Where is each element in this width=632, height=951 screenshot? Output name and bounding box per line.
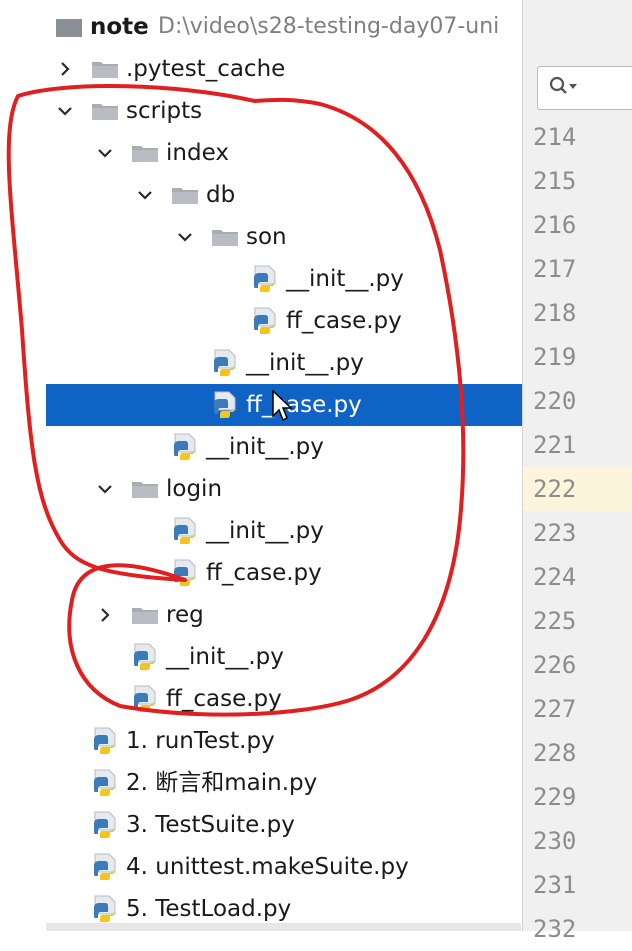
tree-file-row[interactable]: __init__.py xyxy=(0,636,522,678)
line-number: 226 xyxy=(533,651,577,679)
tree-item-label: 3. TestSuite.py xyxy=(126,812,295,838)
line-number: 228 xyxy=(533,739,577,767)
tree-item-label: 2. 断言和main.py xyxy=(126,770,318,796)
tree-folder-row[interactable]: .pytest_cache xyxy=(0,48,522,90)
tree-file-row[interactable]: __init__.py xyxy=(0,258,522,300)
tree-item-label: __init__.py xyxy=(206,518,324,544)
folder-icon xyxy=(130,468,160,510)
chevron-down-icon[interactable] xyxy=(94,132,116,174)
line-number: 216 xyxy=(533,211,577,239)
tree-root[interactable]: note D:\video\s28-testing-day07-uni xyxy=(0,6,522,48)
line-number: 222 xyxy=(523,467,632,511)
tree-item-label: __init__.py xyxy=(246,350,364,376)
tree-item-label: __init__.py xyxy=(286,266,404,292)
tree-folder-row[interactable]: son xyxy=(0,216,522,258)
line-number: 214 xyxy=(533,123,577,151)
tree-folder-row[interactable]: login xyxy=(0,468,522,510)
tree-file-row[interactable]: ff_case.py xyxy=(46,384,522,426)
project-folder-icon xyxy=(54,6,84,48)
tree-item-label: ff_case.py xyxy=(206,560,322,586)
python-file-icon xyxy=(170,426,200,468)
tree-item-label: son xyxy=(246,224,287,250)
line-number: 231 xyxy=(533,871,577,899)
python-file-icon xyxy=(90,720,120,762)
chevron-right-icon[interactable] xyxy=(54,48,76,90)
python-file-icon xyxy=(90,804,120,846)
tree-item-label: 1. runTest.py xyxy=(126,728,275,754)
tree-file-row[interactable]: ff_case.py xyxy=(0,552,522,594)
python-file-icon xyxy=(210,342,240,384)
tree-folder-row[interactable]: index xyxy=(0,132,522,174)
python-file-icon xyxy=(90,846,120,888)
tree-file-row[interactable]: ff_case.py xyxy=(0,300,522,342)
project-path: D:\video\s28-testing-day07-uni xyxy=(158,14,500,39)
line-number: 229 xyxy=(533,783,577,811)
tree-file-row[interactable]: __init__.py xyxy=(0,426,522,468)
python-file-icon xyxy=(130,678,160,720)
tree-file-row[interactable]: __init__.py xyxy=(0,342,522,384)
chevron-down-icon[interactable] xyxy=(94,468,116,510)
tree-folder-row[interactable]: db xyxy=(0,174,522,216)
python-file-icon xyxy=(170,552,200,594)
line-number: 227 xyxy=(533,695,577,723)
tree-folder-row[interactable]: reg xyxy=(0,594,522,636)
tree-item-label: ff_case.py xyxy=(166,686,282,712)
python-file-icon xyxy=(210,384,240,426)
folder-icon xyxy=(90,90,120,132)
chevron-down-icon[interactable] xyxy=(174,216,196,258)
tree-folder-row[interactable]: scripts xyxy=(0,90,522,132)
tree-item-label: reg xyxy=(166,602,204,628)
line-number: 225 xyxy=(533,607,577,635)
tree-item-label: scripts xyxy=(126,98,203,124)
search-icon xyxy=(548,75,578,101)
line-number: 221 xyxy=(533,431,577,459)
folder-icon xyxy=(170,174,200,216)
line-number: 230 xyxy=(533,827,577,855)
tree-item-label: __init__.py xyxy=(206,434,324,460)
chevron-down-icon[interactable] xyxy=(54,90,76,132)
folder-icon xyxy=(210,216,240,258)
folder-icon xyxy=(130,594,160,636)
tree-item-label: .pytest_cache xyxy=(126,56,286,82)
chevron-down-icon[interactable] xyxy=(134,174,156,216)
line-number: 232 xyxy=(533,915,577,943)
search-input[interactable] xyxy=(537,66,632,110)
folder-icon xyxy=(90,48,120,90)
line-number: 219 xyxy=(533,343,577,371)
python-file-icon xyxy=(250,300,280,342)
editor-panel: 214 215 216 217 218 219 220 221 222 223 224 225 226 2… xyxy=(522,0,632,943)
python-file-icon xyxy=(170,510,200,552)
tree-item-label: ff_case.py xyxy=(286,308,402,334)
tree-item-label: login xyxy=(166,476,223,502)
line-number: 217 xyxy=(533,255,577,283)
python-file-icon xyxy=(250,258,280,300)
python-file-icon xyxy=(90,762,120,804)
project-name: note xyxy=(90,14,149,40)
tree-item-label: ff_case.py xyxy=(246,392,362,418)
tree-file-row[interactable]: ff_case.py xyxy=(0,678,522,720)
project-tree-panel: note D:\video\s28-testing-day07-uni .pyt… xyxy=(0,0,522,931)
horizontal-scrollbar[interactable] xyxy=(46,923,521,931)
line-number: 224 xyxy=(533,563,577,591)
line-number: 220 xyxy=(533,387,577,415)
tree-file-row[interactable]: __init__.py xyxy=(0,510,522,552)
tree-item-label: db xyxy=(206,182,236,208)
python-file-icon xyxy=(130,636,160,678)
tree-item-label: index xyxy=(166,140,229,166)
line-number: 223 xyxy=(533,519,577,547)
tree-file-row[interactable]: 2. 断言和main.py xyxy=(0,762,522,804)
line-number: 215 xyxy=(533,167,577,195)
tree-item-label: 4. unittest.makeSuite.py xyxy=(126,854,409,880)
line-number: 218 xyxy=(533,299,577,327)
tree-file-row[interactable]: 1. runTest.py xyxy=(0,720,522,762)
mouse-cursor-icon xyxy=(272,389,294,426)
tree-file-row[interactable]: 4. unittest.makeSuite.py xyxy=(0,846,522,888)
folder-icon xyxy=(130,132,160,174)
chevron-right-icon[interactable] xyxy=(94,594,116,636)
tree-item-label: __init__.py xyxy=(166,644,284,670)
tree-file-row[interactable]: 3. TestSuite.py xyxy=(0,804,522,846)
